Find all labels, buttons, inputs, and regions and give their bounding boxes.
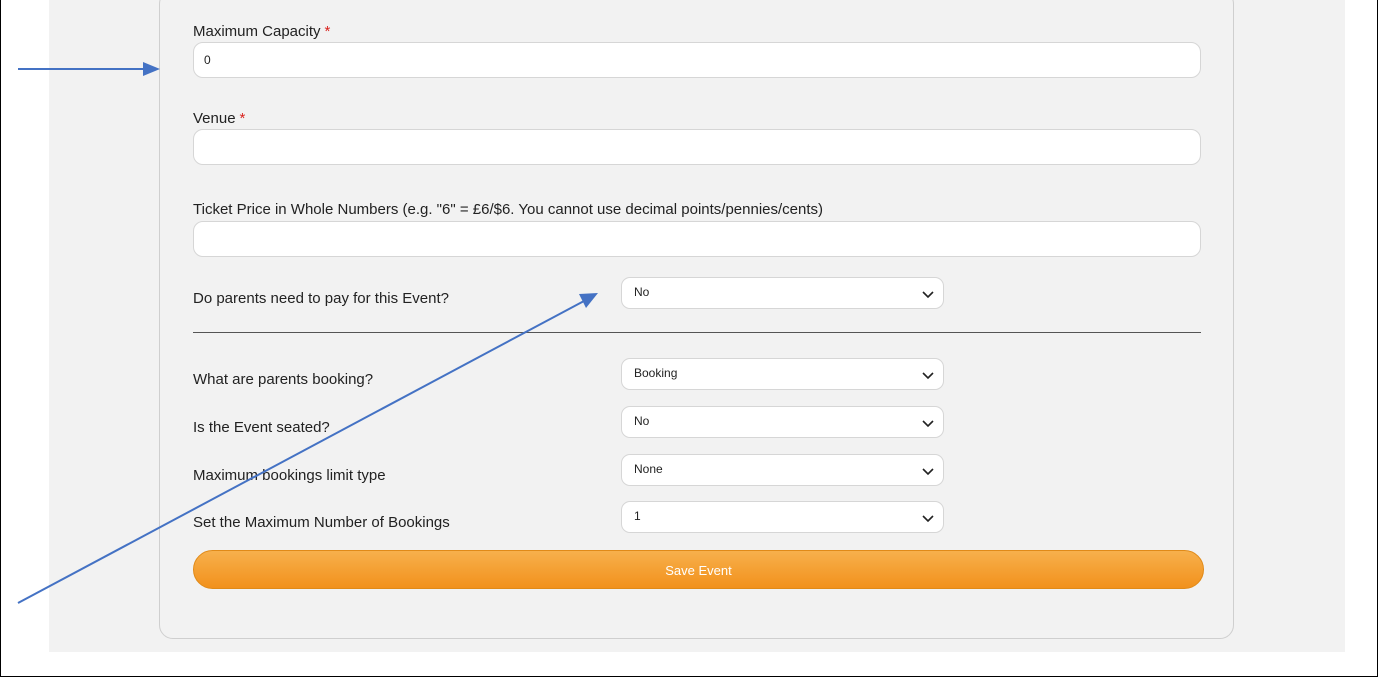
screenshot-frame — [0, 0, 1378, 677]
